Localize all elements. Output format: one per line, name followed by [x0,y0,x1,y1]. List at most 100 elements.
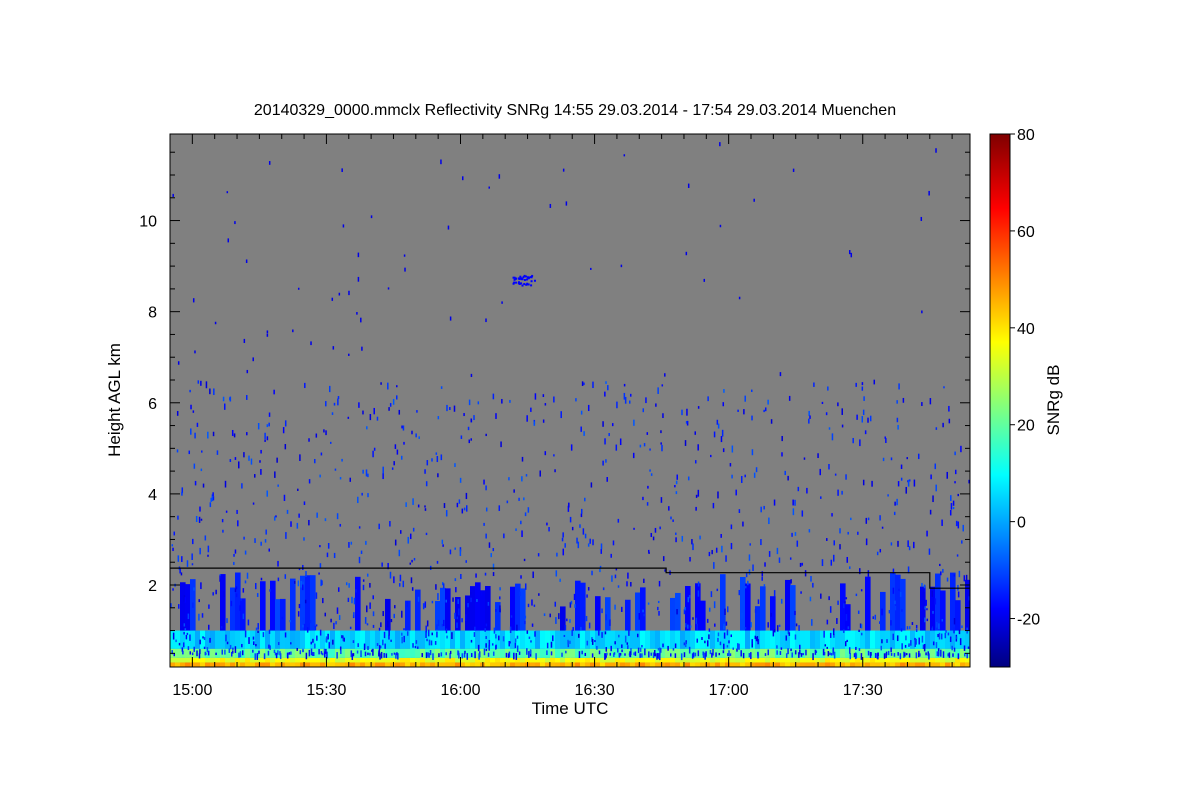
echo-speckle [349,477,352,482]
echo-speckle [358,556,361,564]
echo-speckle [676,609,678,615]
echo-speckle [300,580,302,588]
echo-speckle [459,477,462,483]
echo-speckle [198,613,200,621]
echo-speckle [717,637,719,642]
echo-speckle [858,648,861,651]
heatmap-cell [785,579,791,631]
heatmap-cell [630,630,636,649]
echo-speckle [308,519,310,526]
echo-speckle [828,596,830,601]
echo-speckle [833,540,835,546]
echo-speckle [404,267,406,272]
heatmap-cell [805,630,811,649]
echo-speckle [879,548,882,553]
echo-speckle [633,527,635,530]
echo-speckle [882,457,885,462]
echo-speckle [802,653,804,656]
echo-speckle [461,508,464,514]
isolated-echo-cell [523,283,526,286]
echo-speckle [412,527,415,532]
heatmap-cell [920,662,926,667]
heatmap-cell [210,648,216,658]
echo-speckle [564,624,567,631]
echo-speckle [779,372,782,377]
echo-speckle [252,649,254,653]
echo-speckle [940,571,942,576]
heatmap-cell [260,581,266,631]
echo-speckle [930,621,933,628]
heatmap-cell [910,648,916,658]
echo-speckle [336,607,339,614]
echo-speckle [808,529,811,533]
echo-speckle [917,453,920,460]
heatmap-cell [930,648,936,658]
echo-speckle [315,592,318,599]
heatmap-cell [435,600,441,631]
echo-speckle [493,627,496,634]
echo-speckle [523,497,525,501]
echo-speckle [442,544,444,547]
heatmap-cell [370,657,376,663]
echo-speckle [552,635,554,642]
heatmap-cell [900,662,906,667]
echo-speckle [380,651,383,659]
echo-speckle [310,641,313,645]
echo-speckle [449,549,452,555]
heatmap-cell [840,657,846,663]
echo-speckle [554,469,556,473]
echo-speckle [246,369,249,374]
echo-speckle [662,643,664,648]
heatmap-cell [410,662,416,667]
echo-speckle [726,629,729,636]
echo-speckle [937,633,939,638]
echo-speckle [382,466,384,474]
echo-speckle [528,651,530,658]
echo-speckle [226,191,229,194]
echo-speckle [602,587,605,591]
heatmap-cell [555,648,561,658]
echo-speckle [538,593,540,596]
echo-speckle [613,653,615,657]
echo-speckle [740,650,742,657]
heatmap-cell [575,657,581,663]
echo-speckle [390,619,393,623]
heatmap-cell [600,662,606,667]
heatmap-cell [625,662,631,667]
heatmap-cell [640,587,646,631]
echo-speckle [303,537,305,541]
heatmap-cell [175,648,181,658]
echo-speckle [297,488,299,491]
heatmap-cell [295,630,301,649]
echo-speckle [906,457,908,460]
echo-speckle [531,599,533,606]
heatmap-cell [420,662,426,667]
echo-speckle [336,652,338,659]
echo-speckle [277,560,279,567]
echo-speckle [436,455,439,463]
echo-speckle [403,254,406,257]
heatmap-cell [460,630,466,649]
echo-speckle [223,591,225,598]
echo-speckle [674,653,677,658]
echo-speckle [580,508,583,514]
echo-speckle [892,633,895,641]
echo-speckle [701,637,703,640]
echo-speckle [695,617,698,625]
heatmap-cell [635,657,641,663]
heatmap-cell [560,662,566,667]
echo-speckle [692,543,694,551]
echo-speckle [205,381,208,389]
heatmap-cell [330,662,336,667]
echo-speckle [299,650,302,655]
echo-speckle [691,653,694,659]
heatmap-cell [515,662,521,667]
heatmap-cell [235,572,241,631]
echo-speckle [710,454,712,458]
echo-speckle [591,570,593,576]
echo-speckle [203,637,206,641]
heatmap-cell [660,657,666,663]
echo-speckle [745,585,747,589]
echo-speckle [436,631,438,638]
echo-speckle [196,422,199,427]
